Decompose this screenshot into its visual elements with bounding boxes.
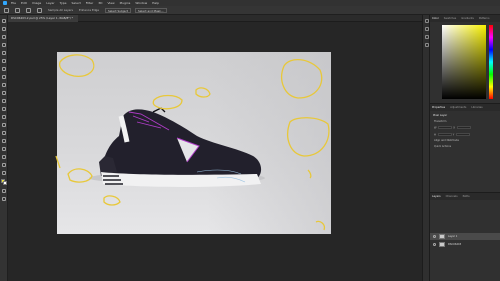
color-panel-tabs: Color Swatches Gradients Patterns	[430, 15, 500, 22]
eye-icon[interactable]	[433, 235, 436, 238]
layer-row[interactable]: DSC06203	[430, 241, 500, 248]
history-panel-icon[interactable]	[425, 19, 429, 23]
y-label: Y	[452, 133, 455, 136]
brush-settings-icon[interactable]	[425, 43, 429, 47]
align-distribute-label: Align and Distribute	[434, 139, 459, 142]
height-label: H	[434, 133, 436, 136]
tab-paths[interactable]: Paths	[463, 195, 470, 198]
tab-properties[interactable]: Properties	[432, 106, 445, 109]
height-field[interactable]	[437, 132, 452, 136]
tab-patterns[interactable]: Patterns	[479, 17, 490, 20]
y-field[interactable]	[456, 132, 471, 136]
layer-thumbnail	[439, 242, 445, 247]
hue-slider[interactable]	[489, 25, 493, 99]
width-label: W	[434, 126, 437, 130]
tab-swatches[interactable]: Swatches	[444, 17, 456, 20]
layer-row[interactable]: Layer 1	[430, 233, 500, 240]
character-panel-icon[interactable]	[425, 35, 429, 39]
tab-color[interactable]: Color	[432, 17, 439, 20]
eye-icon[interactable]	[433, 243, 436, 246]
layer-name: DSC06203	[448, 243, 462, 246]
tab-channels[interactable]: Channels	[446, 195, 458, 198]
layers-panel: Layers Channels Paths Layer 1 DSC06203	[430, 192, 500, 281]
properties-title: Pixel Layer	[433, 114, 448, 117]
tab-layers[interactable]: Layers	[432, 195, 441, 198]
panel-icon-strip	[422, 15, 430, 281]
width-field[interactable]	[438, 126, 453, 129]
transform-label: Transform	[434, 120, 447, 123]
color-picker-field[interactable]	[442, 25, 486, 99]
tab-libraries[interactable]: Libraries	[471, 106, 482, 109]
quick-actions-label: Quick Actions	[434, 145, 451, 148]
properties-panel: Properties Adjustments Libraries Pixel L…	[430, 103, 500, 193]
right-panel-dock: Color Swatches Gradients Patterns Proper…	[430, 15, 500, 281]
layer-name: Layer 1	[448, 235, 458, 238]
x-field[interactable]	[457, 126, 471, 129]
x-label: X	[453, 126, 455, 130]
paragraph-panel-icon[interactable]	[425, 27, 429, 31]
tab-adjustments[interactable]: Adjustments	[450, 106, 466, 109]
tab-gradients[interactable]: Gradients	[461, 17, 474, 20]
layer-thumbnail	[439, 234, 445, 239]
